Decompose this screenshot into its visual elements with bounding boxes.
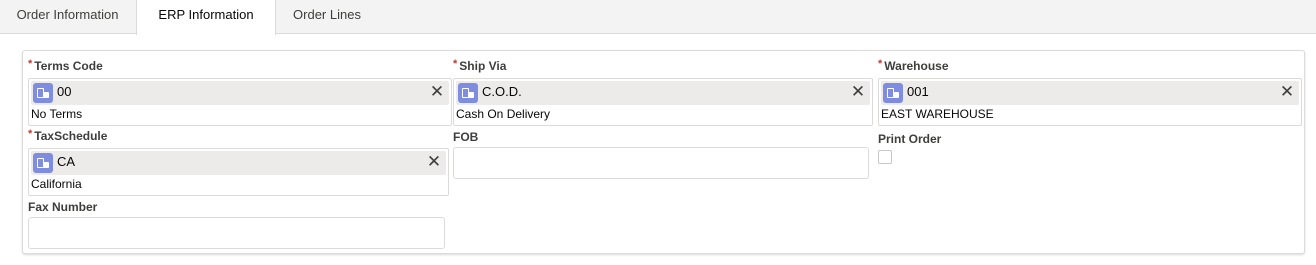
required-mark: * [28,128,33,140]
required-mark: * [453,58,458,70]
tax-schedule-pill: CA ✕ [31,151,446,175]
warehouse-description: EAST WAREHOUSE [881,107,994,121]
tab-order-lines[interactable]: Order Lines [277,0,377,34]
record-lookup-icon [458,83,478,103]
warehouse-label: * Warehouse [878,58,949,73]
tax-schedule-description: California [31,177,82,191]
required-mark: * [878,58,883,70]
terms-code-value: 00 [57,84,72,99]
terms-code-description: No Terms [31,107,83,121]
ship-via-clear-button[interactable]: ✕ [849,83,867,101]
tax-schedule-value: CA [57,154,76,169]
warehouse-pill: 001 ✕ [881,81,1299,105]
fax-number-label: Fax Number [28,200,98,214]
warehouse-clear-button[interactable]: ✕ [1278,83,1296,101]
tax-schedule-clear-button[interactable]: ✕ [425,153,443,171]
tab-erp-information[interactable]: ERP Information [136,0,276,35]
ship-via-description: Cash On Delivery [456,107,551,121]
ship-via-value: C.O.D. [482,84,522,99]
print-order-checkbox[interactable] [878,150,892,164]
fob-input[interactable] [453,147,869,179]
fax-number-input[interactable] [28,217,445,249]
record-lookup-icon [33,153,53,173]
warehouse-lookup[interactable]: 001 ✕ EAST WAREHOUSE [878,78,1302,126]
tab-bar: Order Information ERP Information Order … [0,0,1316,35]
warehouse-value: 001 [907,84,929,99]
tab-order-information[interactable]: Order Information [0,0,135,34]
tax-schedule-lookup[interactable]: CA ✕ California [28,148,449,196]
terms-code-label: * Terms Code [28,58,103,73]
record-lookup-icon [883,83,903,103]
fob-label: FOB [453,130,479,144]
terms-code-clear-button[interactable]: ✕ [428,83,446,101]
print-order-label: Print Order [878,132,942,146]
ship-via-label: * Ship Via [453,58,507,73]
required-mark: * [28,58,33,70]
ship-via-pill: C.O.D. ✕ [456,81,870,105]
tax-schedule-label: * TaxSchedule [28,128,108,143]
record-lookup-icon [33,83,53,103]
ship-via-lookup[interactable]: C.O.D. ✕ Cash On Delivery [453,78,873,126]
terms-code-pill: 00 ✕ [31,81,449,105]
terms-code-lookup[interactable]: 00 ✕ No Terms [28,78,452,126]
